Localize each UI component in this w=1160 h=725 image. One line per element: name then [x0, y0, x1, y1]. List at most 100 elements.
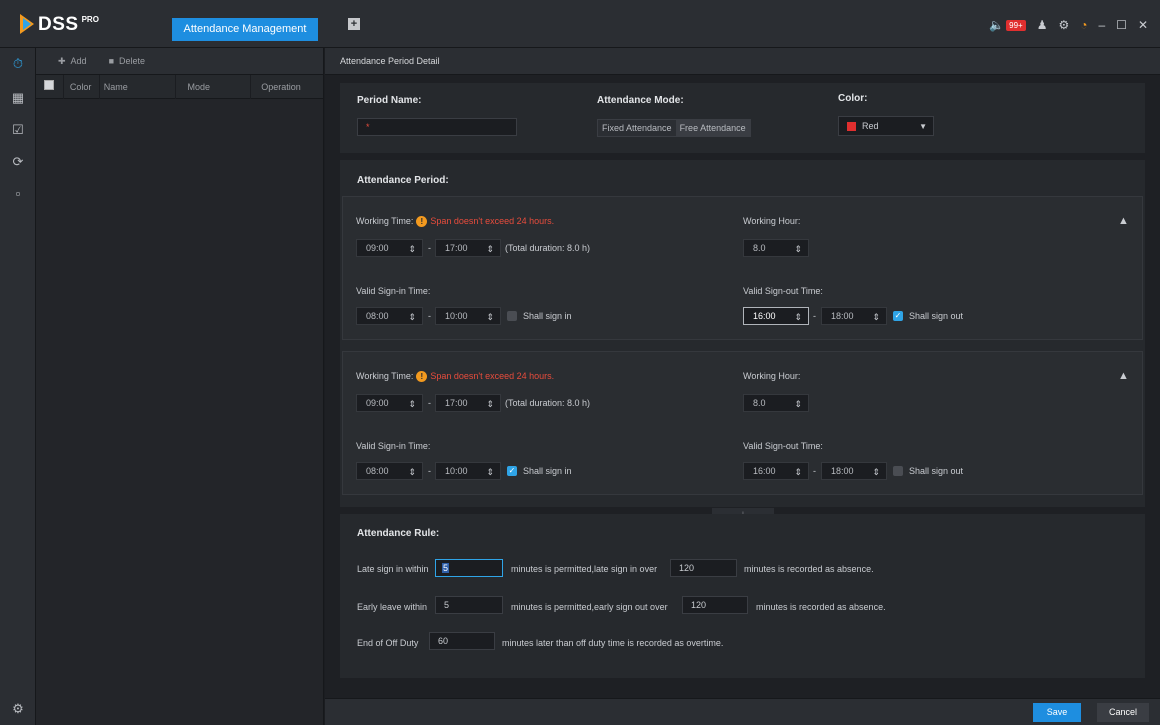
sign-out-start-stepper[interactable]: 16:00 ⇕ [743, 462, 809, 480]
spinner-icon[interactable]: ⇕ [408, 396, 416, 412]
spinner-icon[interactable]: ⇕ [486, 396, 494, 412]
spinner-icon[interactable]: ⇕ [486, 241, 494, 257]
select-all-cell [36, 74, 64, 99]
speed-icon[interactable]: ◔ [1080, 18, 1087, 32]
gear-icon[interactable]: ⚙ [1058, 18, 1069, 32]
settings-icon[interactable]: ⚙ [0, 701, 36, 717]
range-dash: - [428, 243, 431, 253]
shall-sign-out-checkbox[interactable]: ✓ [893, 311, 903, 321]
working-end-stepper[interactable]: 17:00 ⇕ [435, 394, 501, 412]
period-name-input[interactable]: * [357, 118, 517, 136]
shall-sign-in-checkbox[interactable] [507, 311, 517, 321]
late-minutes-input[interactable]: 5 [435, 559, 503, 577]
sign-out-start-value: 16:00 [753, 466, 776, 476]
working-hour-stepper[interactable]: 8.0 ⇕ [743, 394, 809, 412]
color-swatch [847, 121, 856, 131]
delete-period-trash-icon[interactable]: ▲ [1118, 215, 1129, 227]
add-tab-button[interactable]: + [348, 18, 360, 30]
early-absence-input[interactable]: 120 [682, 596, 748, 614]
period-card-2: Working Time:! Span doesn't exceed 24 hou… [342, 351, 1143, 495]
calendar-icon[interactable]: ▦ [0, 90, 36, 106]
working-start-value: 09:00 [366, 243, 389, 253]
detail-title: Attendance Period Detail [325, 48, 1160, 75]
working-start-stepper[interactable]: 09:00 ⇕ [356, 239, 423, 257]
required-mark: * [366, 122, 370, 132]
title-bar: DSS PRO Attendance Management + 🔈 99+ ♟ … [0, 0, 1160, 48]
add-button[interactable]: ✚ Add [58, 56, 87, 67]
spinner-icon[interactable]: ⇕ [408, 464, 416, 480]
attendance-mode-label: Attendance Mode: [597, 95, 684, 106]
total-duration: (Total duration: 8.0 h) [505, 398, 591, 408]
statistics-icon[interactable]: ▫ [0, 186, 36, 201]
timer-icon[interactable]: ⏱ [0, 56, 36, 72]
period-basic-section: Period Name: * Attendance Mode: Fixed At… [340, 83, 1145, 153]
spinner-icon[interactable]: ⇕ [794, 396, 802, 412]
cancel-button[interactable]: Cancel [1097, 703, 1149, 722]
maximize-icon[interactable]: ☐ [1116, 18, 1127, 32]
column-operation: Operation [261, 81, 301, 92]
user-icon[interactable]: ♟ [1037, 18, 1048, 32]
offduty-prefix: End of Off Duty [357, 638, 419, 648]
sign-out-end-stepper[interactable]: 18:00 ⇕ [821, 307, 887, 325]
warning-icon: ! [416, 371, 428, 382]
sign-in-end-stepper[interactable]: 10:00 ⇕ [435, 307, 501, 325]
working-hour-stepper[interactable]: 8.0 ⇕ [743, 239, 809, 257]
sign-in-end-stepper[interactable]: 10:00 ⇕ [435, 462, 501, 480]
span-warning: Span doesn't exceed 24 hours. [430, 371, 555, 381]
alarm-count-badge: 99+ [1006, 19, 1026, 31]
late-absence-input[interactable]: 120 [670, 559, 737, 577]
shall-sign-out-label: Shall sign out [909, 466, 964, 476]
shall-sign-out-checkbox[interactable] [893, 466, 903, 476]
sync-icon[interactable]: ⟳ [0, 154, 36, 170]
working-start-value: 09:00 [366, 398, 389, 408]
spinner-icon[interactable]: ⇕ [872, 309, 880, 325]
spinner-icon[interactable]: ⇕ [794, 309, 802, 325]
range-dash: - [428, 466, 431, 476]
close-icon[interactable]: ✕ [1138, 18, 1148, 32]
alarm-indicator[interactable]: 🔈 99+ [989, 18, 1026, 32]
spinner-icon[interactable]: ⇕ [794, 464, 802, 480]
sign-in-end-value: 10:00 [445, 466, 468, 476]
spinner-icon[interactable]: ⇕ [408, 241, 416, 257]
app-logo: DSS PRO [20, 14, 99, 36]
spinner-icon[interactable]: ⇕ [486, 309, 494, 325]
sign-in-start-stepper[interactable]: 08:00 ⇕ [356, 462, 423, 480]
sign-out-end-stepper[interactable]: 18:00 ⇕ [821, 462, 887, 480]
working-hour-label: Working Hour: [743, 216, 801, 226]
delete-button[interactable]: ■ Delete [109, 56, 145, 66]
list-toolbar: ✚ Add ■ Delete [36, 48, 323, 75]
select-all-checkbox[interactable] [44, 79, 55, 90]
save-button[interactable]: Save [1033, 703, 1081, 722]
minimize-icon[interactable]: – [1098, 18, 1105, 32]
shall-sign-in-label: Shall sign in [523, 466, 572, 476]
working-end-stepper[interactable]: 17:00 ⇕ [435, 239, 501, 257]
delete-period-trash-icon[interactable]: ▲ [1118, 370, 1129, 382]
offduty-suffix: minutes later than off duty time is reco… [502, 638, 724, 648]
window-controls: 🔈 99+ ♟ ⚙ ◔ – ☐ ✕ [989, 18, 1148, 32]
mode-fixed-attendance[interactable]: Fixed Attendance [598, 120, 676, 136]
footer-bar: Save Cancel [325, 698, 1160, 725]
early-minutes-input[interactable]: 5 [435, 596, 503, 614]
color-select[interactable]: Red ▼ [838, 116, 934, 136]
working-time-row: Working Time:! Span doesn't exceed 24 hou… [356, 371, 554, 382]
sign-out-label: Valid Sign-out Time: [743, 286, 823, 296]
spinner-icon[interactable]: ⇕ [794, 241, 802, 257]
sign-out-start-stepper[interactable]: 16:00 ⇕ [743, 307, 809, 325]
offduty-minutes-input[interactable]: 60 [429, 632, 495, 650]
shall-sign-in-checkbox[interactable]: ✓ [507, 466, 517, 476]
working-start-stepper[interactable]: 09:00 ⇕ [356, 394, 423, 412]
mode-free-attendance[interactable]: Free Attendance [675, 120, 750, 136]
sign-out-label: Valid Sign-out Time: [743, 441, 823, 451]
attendance-rule-label: Attendance Rule: [357, 528, 440, 539]
working-end-value: 17:00 [445, 398, 468, 408]
late-suffix: minutes is recorded as absence. [744, 564, 874, 574]
spinner-icon[interactable]: ⇕ [872, 464, 880, 480]
column-color: Color [64, 74, 100, 99]
range-dash: - [813, 466, 816, 476]
spinner-icon[interactable]: ⇕ [408, 309, 416, 325]
sign-in-start-stepper[interactable]: 08:00 ⇕ [356, 307, 423, 325]
tab-attendance-management[interactable]: Attendance Management [172, 18, 318, 41]
clipboard-check-icon[interactable]: ☑ [0, 122, 36, 138]
total-duration: (Total duration: 8.0 h) [505, 243, 591, 253]
spinner-icon[interactable]: ⇕ [486, 464, 494, 480]
